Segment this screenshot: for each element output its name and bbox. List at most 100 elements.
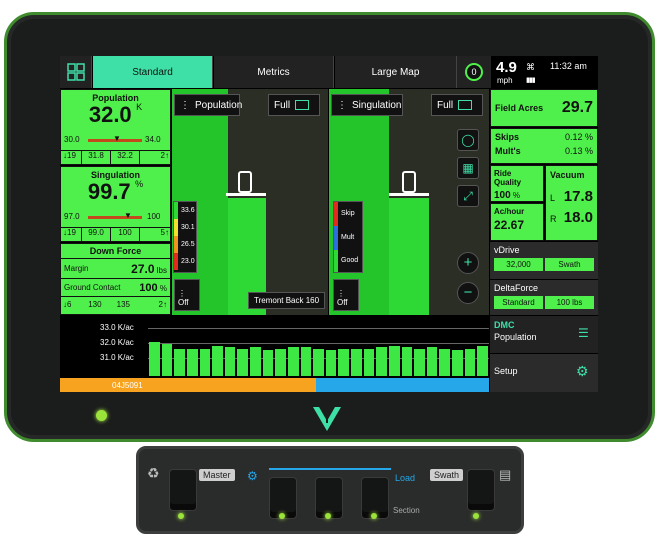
vacuum-right-label: R xyxy=(550,214,557,224)
vacuum-right-row: R 18.0 xyxy=(550,209,593,226)
implement-bar xyxy=(226,193,266,196)
singulation-gauge-marker: ▼ xyxy=(124,211,132,220)
down-force-row-stats: ↓6 130 135 2↑ xyxy=(61,297,170,312)
gps-signal-icon: ⌘ xyxy=(526,62,535,72)
tab-standard[interactable]: Standard xyxy=(93,56,213,88)
ac-hour-panel[interactable]: Ac/hour 22.67 xyxy=(490,203,544,241)
dmc-panel[interactable]: DMC Population ☰ xyxy=(490,316,598,353)
signal-bars-icon: ▮▮▮ xyxy=(526,77,536,84)
singulation-layer-label: Singulation xyxy=(352,99,402,111)
row-bar xyxy=(186,348,198,376)
hamburger-menu-icon[interactable]: ☰ xyxy=(578,326,589,340)
row-bar xyxy=(325,350,337,376)
deltaforce-mode[interactable]: Standard xyxy=(494,296,543,309)
skips-panel[interactable]: Skips 0.12 % Mult's 0.13 % xyxy=(490,128,598,164)
ground-contact-label: Ground Contact xyxy=(64,283,121,292)
legend-skip: Skip xyxy=(334,202,362,226)
row-bar xyxy=(212,345,223,376)
full-label-right: Full xyxy=(437,99,454,111)
row-bar xyxy=(376,347,387,376)
vdrive-mode[interactable]: Swath xyxy=(545,258,594,271)
tab-large-map[interactable]: Large Map xyxy=(335,56,457,88)
vacuum-left-value: 17.8 xyxy=(563,188,593,205)
compass-icon: ◯ xyxy=(461,133,475,147)
compass-button[interactable]: ◯ xyxy=(457,129,479,151)
ride-quality-panel[interactable]: Ride Quality 100 % xyxy=(490,165,544,202)
row-bar xyxy=(388,345,400,376)
display-screen: Standard Metrics Large Map 0 4.9 mph ⌘ ▮… xyxy=(60,56,598,392)
row-chart-bars xyxy=(60,320,489,376)
full-view-button-right[interactable]: Full xyxy=(431,94,483,116)
deltaforce-value[interactable]: 100 lbs xyxy=(545,296,594,309)
row-bar xyxy=(275,348,286,376)
ac-hour-value: 22.67 xyxy=(494,218,525,232)
row-bar xyxy=(401,347,413,376)
fit-view-button[interactable]: ⤢ xyxy=(457,185,479,207)
section-header-bar xyxy=(269,468,391,476)
setup-label: Setup xyxy=(494,366,518,376)
deltaforce-label: DeltaForce xyxy=(494,283,539,293)
tractor-icon xyxy=(238,171,252,193)
off-label-left: Off xyxy=(178,298,189,307)
kebab-icon: ⋮ xyxy=(178,289,186,298)
map-singulation[interactable]: ⋮ Singulation Full Skip Mult Good ⋮ Off … xyxy=(329,89,489,315)
population-layer-button[interactable]: ⋮ Population xyxy=(174,94,242,116)
vdrive-row: 32,000 Swath xyxy=(494,258,594,271)
row-bar xyxy=(287,347,299,376)
clock: 11:32 am xyxy=(550,61,587,71)
follow-tractor-button[interactable]: ▦ xyxy=(457,157,479,179)
full-view-button-left[interactable]: Full xyxy=(268,94,320,116)
row-bar xyxy=(414,348,425,376)
down-force-panel[interactable]: Down Force Margin 27.0 lbs Ground Contac… xyxy=(60,243,171,315)
row-chart: 33.0 K/ac 32.0 K/ac 31.0 K/ac 04J5091 xyxy=(60,316,489,392)
section-label: Section xyxy=(393,506,420,515)
deltaforce-panel[interactable]: DeltaForce Standard 100 lbs xyxy=(490,280,598,315)
gps-badge: 0 xyxy=(465,63,483,81)
setup-button[interactable]: Setup ⚙ xyxy=(490,354,598,392)
population-panel[interactable]: Population 32.0 K 30.0 ▼ 34.0 ↓19 31.8 3… xyxy=(60,89,172,165)
row-bar xyxy=(439,348,451,376)
gps-status-button[interactable]: 0 xyxy=(457,56,491,88)
vacuum-right-value: 18.0 xyxy=(563,209,593,226)
vdrive-panel[interactable]: vDrive 32,000 Swath xyxy=(490,242,598,279)
vacuum-panel[interactable]: Vacuum L 17.8 R 18.0 xyxy=(545,165,598,241)
row-bar xyxy=(224,347,236,376)
zoom-in-button[interactable]: + xyxy=(457,252,479,274)
singulation-value: 99.7 xyxy=(87,179,131,204)
minus-icon: − xyxy=(463,284,473,301)
population-row-stats: ↓19 31.8 32.2 2↑ xyxy=(61,150,172,165)
swath-label: Swath xyxy=(430,469,464,481)
window-icon-2 xyxy=(458,100,473,110)
map-population[interactable]: ⋮ Population Full 33.6 30.1 26.5 23.0 ⋮ … xyxy=(172,89,328,315)
field-acres-label: Field Acres xyxy=(495,103,544,113)
singulation-layer-button[interactable]: ⋮ Singulation xyxy=(331,94,403,116)
row-bar xyxy=(161,344,173,376)
down-force-row-right: 2↑ xyxy=(158,300,167,309)
tab-metrics[interactable]: Metrics xyxy=(214,56,334,88)
population-legend: 33.6 30.1 26.5 23.0 xyxy=(173,201,197,273)
section-off-button-left[interactable]: ⋮ Off xyxy=(174,279,200,311)
singulation-min: 97.0 xyxy=(64,212,80,221)
row-bar xyxy=(300,347,312,376)
population-row-high: 32.2 xyxy=(110,151,139,165)
vacuum-left-row: L 17.8 xyxy=(550,188,593,205)
singulation-row-stats: ↓19 99.0 100 5↑ xyxy=(61,227,172,242)
vdrive-rate[interactable]: 32,000 xyxy=(494,258,543,271)
field-acres-panel[interactable]: Field Acres 29.7 xyxy=(490,89,598,127)
row-bar xyxy=(262,350,274,376)
master-key[interactable] xyxy=(169,469,197,511)
section-gear-icon: ⚙ xyxy=(247,469,258,483)
section-led-2 xyxy=(325,513,331,519)
margin-row: Margin 27.0 lbs xyxy=(61,259,170,279)
singulation-panel[interactable]: Singulation 99.7 % 97.0 ▼ 100 ↓19 99.0 1… xyxy=(60,166,172,242)
field-name-tooltip: Tremont Back 160 xyxy=(248,292,326,309)
section-strip-blue xyxy=(316,378,489,392)
margin-label: Margin xyxy=(64,264,89,273)
swath-key[interactable] xyxy=(467,469,495,511)
section-off-button-right[interactable]: ⋮ Off xyxy=(333,279,359,311)
ride-quality-value: 100 xyxy=(494,190,511,201)
master-led xyxy=(178,513,184,519)
power-led xyxy=(96,410,107,421)
zoom-out-button[interactable]: − xyxy=(457,282,479,304)
home-grid-button[interactable] xyxy=(60,56,92,88)
